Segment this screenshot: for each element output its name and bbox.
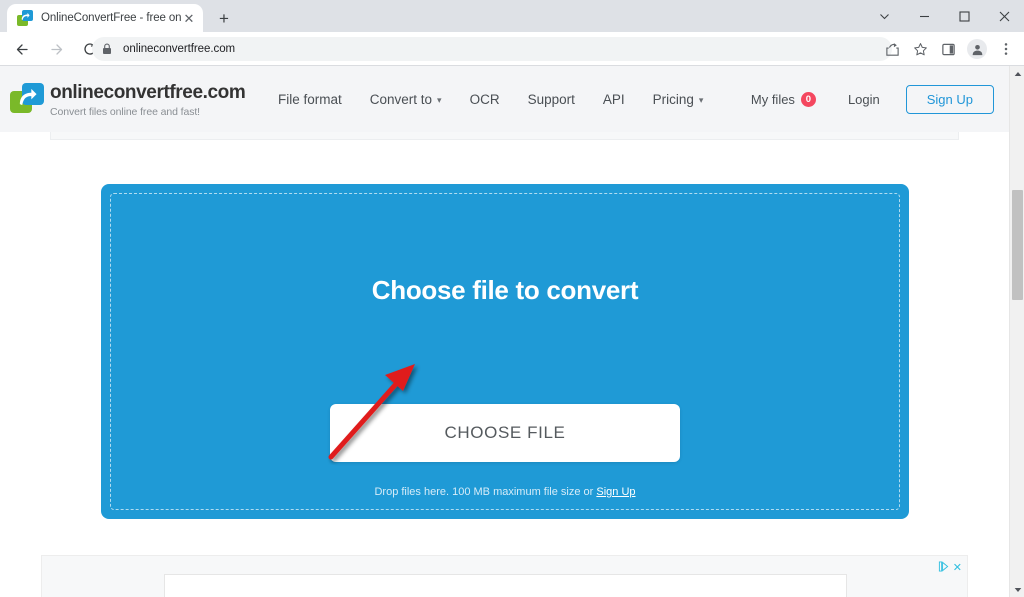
- nav-item-api[interactable]: API: [603, 92, 625, 107]
- close-window-button[interactable]: [984, 0, 1024, 32]
- onlineconvertfree-favicon: [17, 10, 33, 26]
- main-navigation: File format Convert to ▾ OCR Support API…: [278, 66, 703, 132]
- nav-label: Support: [527, 91, 575, 107]
- dropzone-dashed-border: [110, 193, 900, 510]
- ad-creative[interactable]: [164, 574, 847, 597]
- dropzone-hint: Drop files here. 100 MB maximum file siz…: [101, 486, 909, 498]
- logo-arrow-icon: [19, 88, 37, 106]
- file-dropzone[interactable]: Choose file to convert CHOOSE FILE Drop …: [101, 184, 909, 519]
- nav-label: OCR: [469, 91, 500, 107]
- top-ad-slot: [50, 132, 959, 140]
- nav-item-ocr[interactable]: OCR: [470, 92, 500, 107]
- my-files-link[interactable]: My files 0: [750, 91, 816, 107]
- forward-button[interactable]: [42, 35, 70, 63]
- minimize-button[interactable]: [904, 0, 944, 32]
- logo-title: onlineconvertfree.com: [50, 82, 246, 103]
- account-area: My files 0 Login Sign Up: [751, 66, 994, 132]
- my-files-label: My files: [750, 91, 795, 107]
- logo-tagline: Convert files online free and fast!: [50, 106, 201, 118]
- browser-menu-icon[interactable]: [993, 36, 1019, 62]
- bottom-ad-slot: ✕: [41, 555, 968, 597]
- browser-window: OnlineConvertFree - free onlin ✕ + onlin…: [0, 0, 1024, 597]
- logo-mark-icon: [10, 83, 44, 113]
- chevron-down-icon: ▾: [437, 94, 442, 105]
- window-controls: [864, 0, 1024, 32]
- my-files-count-badge: 0: [800, 91, 816, 107]
- nav-label: API: [602, 91, 625, 107]
- toolbar-icon-group: [878, 36, 1020, 62]
- nav-item-support[interactable]: Support: [528, 92, 575, 107]
- ad-close-button[interactable]: ✕: [953, 562, 962, 574]
- lock-icon: [102, 43, 116, 55]
- signup-button[interactable]: Sign Up: [905, 84, 994, 114]
- profile-avatar-icon[interactable]: [967, 39, 987, 59]
- tab-search-button[interactable]: [864, 0, 904, 32]
- nav-item-convert-to[interactable]: Convert to ▾: [370, 92, 442, 107]
- nav-item-file-format[interactable]: File format: [278, 92, 342, 107]
- dropzone-heading: Choose file to convert: [371, 275, 639, 305]
- dropzone-signup-link[interactable]: Sign Up: [596, 486, 635, 498]
- ad-controls: ✕: [938, 559, 962, 577]
- site-logo[interactable]: onlineconvertfree.com Convert files onli…: [10, 82, 246, 118]
- scrollbar-down-arrow[interactable]: [1010, 582, 1024, 597]
- favicon-arrow-icon: [21, 12, 30, 20]
- side-panel-icon[interactable]: [935, 36, 961, 62]
- bookmark-star-icon[interactable]: [907, 36, 933, 62]
- browser-tab[interactable]: OnlineConvertFree - free onlin ✕: [7, 4, 203, 32]
- new-tab-button[interactable]: +: [212, 6, 236, 30]
- choose-file-button[interactable]: CHOOSE FILE: [330, 404, 680, 462]
- tab-title: OnlineConvertFree - free onlin: [41, 12, 181, 24]
- scrollbar-up-arrow[interactable]: [1010, 66, 1024, 81]
- back-button[interactable]: [8, 35, 36, 63]
- scrollbar-thumb[interactable]: [1012, 190, 1023, 300]
- login-link[interactable]: Login: [848, 92, 880, 107]
- dropzone-hint-text: Drop files here. 100 MB maximum file siz…: [374, 486, 597, 498]
- address-bar-url: onlineconvertfree.com: [123, 43, 236, 55]
- nav-label: Convert to: [369, 91, 433, 107]
- nav-label: Pricing: [652, 91, 694, 107]
- page-viewport: onlineconvertfree.com Convert files onli…: [0, 66, 1009, 597]
- browser-toolbar: onlineconvertfree.com: [0, 32, 1024, 66]
- nav-label: File format: [278, 91, 342, 107]
- maximize-button[interactable]: [944, 0, 984, 32]
- adchoices-icon[interactable]: [938, 559, 949, 577]
- chevron-down-icon: ▾: [698, 94, 704, 105]
- nav-item-pricing[interactable]: Pricing ▾: [653, 92, 704, 107]
- address-bar[interactable]: onlineconvertfree.com: [92, 37, 892, 61]
- tab-close-button[interactable]: ✕: [181, 10, 197, 26]
- tab-strip: OnlineConvertFree - free onlin ✕ +: [0, 0, 1024, 32]
- site-header: onlineconvertfree.com Convert files onli…: [0, 66, 1009, 132]
- page-scrollbar[interactable]: [1009, 66, 1024, 597]
- share-icon[interactable]: [879, 36, 905, 62]
